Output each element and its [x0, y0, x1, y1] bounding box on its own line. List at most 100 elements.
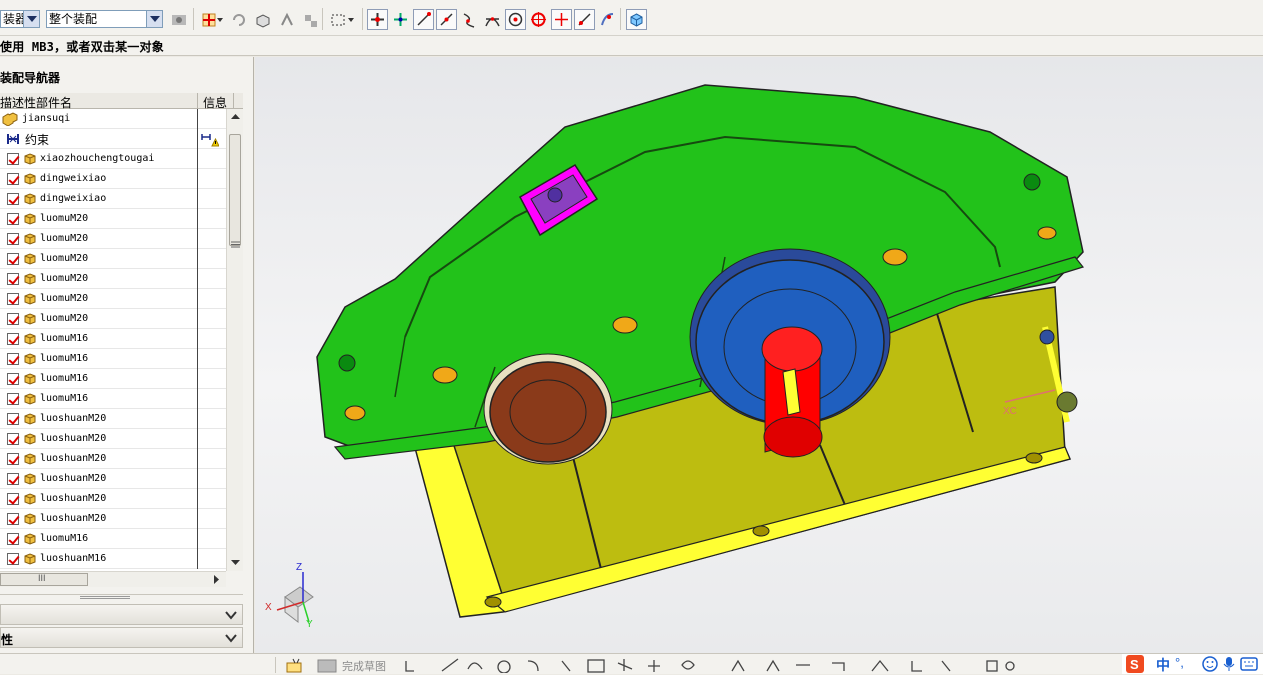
- visibility-checkbox[interactable]: [7, 273, 19, 285]
- sketch-icon[interactable]: [285, 657, 307, 673]
- point-on-curve-icon[interactable]: [551, 9, 572, 30]
- emoji-icon[interactable]: [1202, 656, 1218, 672]
- part-row[interactable]: luomuM16: [0, 389, 226, 409]
- end-point-icon[interactable]: [390, 9, 411, 30]
- scroll-up-icon[interactable]: [231, 114, 240, 120]
- part-row[interactable]: xiaozhouchengtougai: [0, 149, 226, 169]
- visibility-checkbox[interactable]: [7, 413, 19, 425]
- finish-sketch-label[interactable]: 完成草图: [342, 658, 386, 674]
- dependencies-panel-bar[interactable]: 性: [0, 627, 243, 648]
- visibility-checkbox[interactable]: [7, 233, 19, 245]
- part-row[interactable]: luomuM16: [0, 529, 226, 549]
- part-row[interactable]: luomuM20: [0, 309, 226, 329]
- existing-point-icon[interactable]: [367, 9, 388, 30]
- sketch-tools[interactable]: [402, 657, 1022, 673]
- part-row[interactable]: luomuM20: [0, 209, 226, 229]
- visibility-checkbox[interactable]: [7, 173, 19, 185]
- part-row[interactable]: luomuM16: [0, 369, 226, 389]
- visibility-checkbox[interactable]: [7, 213, 19, 225]
- graphics-viewport[interactable]: XC Z X Y: [255, 57, 1263, 653]
- part-row[interactable]: luomuM20: [0, 229, 226, 249]
- chevron-down-icon[interactable]: [224, 631, 238, 645]
- visibility-checkbox[interactable]: [7, 353, 19, 365]
- visibility-checkbox[interactable]: [7, 433, 19, 445]
- chevron-down-icon[interactable]: [23, 11, 39, 27]
- part-row[interactable]: luoshuanM20: [0, 429, 226, 449]
- constraints-label: 约束: [25, 133, 50, 147]
- view-triad[interactable]: Z X Y: [265, 562, 325, 632]
- control-point-icon[interactable]: [459, 9, 480, 30]
- mid-point-icon[interactable]: [436, 9, 457, 30]
- constraints-row[interactable]: 约束: [0, 129, 226, 149]
- part-row[interactable]: luoshuanM20: [0, 489, 226, 509]
- part-row[interactable]: dingweixiao: [0, 169, 226, 189]
- keyboard-icon[interactable]: [1240, 657, 1258, 671]
- component-cube-icon: [24, 293, 36, 305]
- display-cube-icon[interactable]: [626, 9, 647, 30]
- part-row[interactable]: luoshuanM16: [0, 549, 226, 569]
- finish-sketch-icon[interactable]: [316, 657, 338, 673]
- line-end-icon[interactable]: [413, 9, 434, 30]
- transform-icon[interactable]: [276, 9, 297, 30]
- visibility-checkbox[interactable]: [7, 373, 19, 385]
- snap-dropdown-icon[interactable]: [215, 9, 225, 30]
- select-dropdown-icon[interactable]: [346, 9, 356, 30]
- part-row[interactable]: luoshuanM20: [0, 509, 226, 529]
- preview-panel-bar[interactable]: [0, 604, 243, 625]
- part-row[interactable]: luomuM20: [0, 289, 226, 309]
- visibility-checkbox[interactable]: [7, 333, 19, 345]
- visibility-checkbox[interactable]: [7, 253, 19, 265]
- undo-icon[interactable]: [228, 9, 249, 30]
- visibility-checkbox[interactable]: [7, 153, 19, 165]
- chevron-down-icon[interactable]: [146, 11, 162, 27]
- tree-root-row[interactable]: jiansuqi: [0, 109, 226, 129]
- visibility-checkbox[interactable]: [7, 393, 19, 405]
- ime-language[interactable]: 中: [1156, 655, 1170, 675]
- part-row[interactable]: luomuM16: [0, 349, 226, 369]
- part-row[interactable]: luomuM16: [0, 329, 226, 349]
- intersection-icon[interactable]: [482, 9, 503, 30]
- component-cube-icon: [24, 553, 36, 565]
- selection-scope-dropdown[interactable]: 整个装配: [46, 10, 163, 28]
- gearbox-model[interactable]: XC: [255, 57, 1263, 653]
- type-filter-dropdown[interactable]: 装器: [0, 10, 40, 28]
- part-row[interactable]: luomuM20: [0, 269, 226, 289]
- ime-indicator[interactable]: S 中 °,: [1122, 654, 1263, 674]
- chevron-down-icon[interactable]: [224, 608, 238, 622]
- part-row[interactable]: luoshuanM20: [0, 449, 226, 469]
- scroll-thumb[interactable]: [229, 134, 241, 246]
- visibility-checkbox[interactable]: [7, 293, 19, 305]
- part-row[interactable]: luomuM20: [0, 249, 226, 269]
- navigator-horizontal-scrollbar[interactable]: III: [0, 571, 226, 587]
- part-row[interactable]: luoshuanM20: [0, 469, 226, 489]
- visibility-checkbox[interactable]: [7, 513, 19, 525]
- microphone-icon[interactable]: [1223, 656, 1235, 672]
- component-cube-icon: [24, 433, 36, 445]
- dependencies-panel-label: 性: [1, 633, 14, 647]
- component-icon[interactable]: [300, 9, 321, 30]
- visibility-checkbox[interactable]: [7, 553, 19, 565]
- visibility-checkbox[interactable]: [7, 453, 19, 465]
- assembly-filter-icon[interactable]: [168, 9, 189, 30]
- scroll-right-icon[interactable]: [214, 575, 220, 584]
- rectangle-select-icon[interactable]: [327, 9, 348, 30]
- part-row[interactable]: luoshuanM20: [0, 409, 226, 429]
- part-name: luoshuanM20: [40, 413, 107, 424]
- visibility-checkbox[interactable]: [7, 473, 19, 485]
- view-cube-icon[interactable]: [252, 9, 273, 30]
- panel-splitter[interactable]: [0, 594, 243, 599]
- part-row[interactable]: dingweixiao: [0, 189, 226, 209]
- visibility-checkbox[interactable]: [7, 533, 19, 545]
- scroll-down-icon[interactable]: [231, 560, 240, 566]
- part-name: luomuM20: [40, 293, 89, 304]
- quadrant-point-icon[interactable]: [528, 9, 549, 30]
- point-on-face-icon[interactable]: [574, 9, 595, 30]
- visibility-checkbox[interactable]: [7, 193, 19, 205]
- visibility-checkbox[interactable]: [7, 313, 19, 325]
- visibility-checkbox[interactable]: [7, 493, 19, 505]
- punctuation-icon[interactable]: °,: [1175, 655, 1184, 670]
- component-cube-icon: [24, 413, 36, 425]
- navigator-vertical-scrollbar[interactable]: [226, 109, 243, 571]
- bounded-grid-icon[interactable]: [597, 9, 618, 30]
- arc-center-icon[interactable]: [505, 9, 526, 30]
